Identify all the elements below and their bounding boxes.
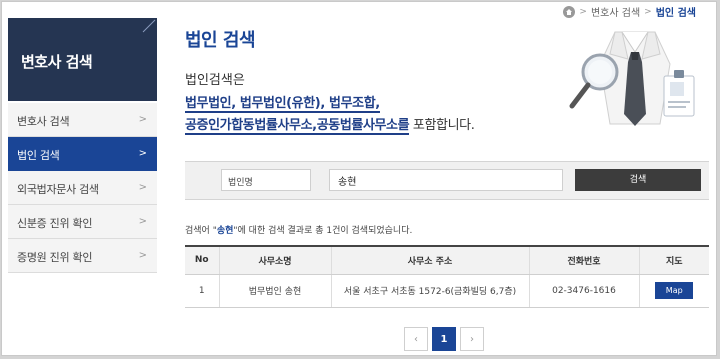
result-keyword: 송현: [216, 226, 234, 236]
chevron-right-icon: >: [138, 250, 147, 261]
page-title: 법인 검색: [185, 30, 256, 51]
cell-no: 1: [185, 274, 219, 308]
chevron-right-icon: >: [138, 182, 147, 193]
sidebar-item-label: 신분증 진위 확인: [17, 217, 93, 230]
cell-office-address: 서울 서초구 서초동 1572-6(금화빌딩 6,7층): [330, 274, 529, 308]
sidebar-item-label: 법인 검색: [17, 149, 60, 162]
result-summary-suffix: "에 대한 검색 결과로 총 1건이 검색되었습니다.: [233, 226, 413, 236]
intro-line-1: 법무법인, 법무법인(유한), 법무조합,: [185, 92, 380, 113]
search-input[interactable]: [329, 169, 563, 191]
page-number-current[interactable]: 1: [432, 327, 456, 351]
breadcrumb-current: 법인 검색: [655, 8, 696, 19]
search-type-select[interactable]: 법인명: [221, 169, 311, 191]
home-icon[interactable]: [563, 5, 576, 18]
sidebar-item-label: 변호사 검색: [17, 115, 70, 128]
sidebar-item-foreign-legal-consultant-search[interactable]: 외국법자문사 검색 >: [8, 171, 157, 205]
column-header-phone: 전화번호: [528, 245, 639, 275]
breadcrumb: > 변호사 검색 > 법인 검색: [563, 4, 696, 19]
intro-line-2-text: 공증인가합동법률사무소,공동법률사무소를: [185, 118, 410, 135]
chevron-right-icon: >: [138, 216, 147, 227]
search-panel: 법인명 검색: [185, 161, 709, 200]
search-button[interactable]: 검색: [575, 169, 701, 191]
intro-line-1-text: 법무법인, 법무법인(유한), 법무조합,: [185, 96, 380, 113]
cell-phone: 02-3476-1616: [528, 274, 639, 308]
column-header-office-name: 사무소명: [218, 245, 331, 275]
intro-line-2: 공증인가합동법률사무소,공동법률사무소를 포함합니다.: [185, 114, 475, 135]
corner-decoration-icon: [142, 19, 156, 33]
map-button[interactable]: Map: [655, 282, 694, 299]
prev-page-button[interactable]: ‹: [404, 327, 428, 351]
cell-map: Map: [638, 274, 709, 308]
next-page-button[interactable]: ›: [460, 327, 484, 351]
result-summary: 검색어 "송현"에 대한 검색 결과로 총 1건이 검색되었습니다.: [185, 223, 412, 236]
table-header-row: No 사무소명 사무소 주소 전화번호 지도: [185, 245, 709, 275]
chevron-right-icon: >: [138, 148, 147, 159]
sidebar-item-certificate-verification[interactable]: 증명원 진위 확인 >: [8, 239, 157, 273]
sidebar-item-lawyer-search[interactable]: 변호사 검색 >: [8, 103, 157, 137]
sidebar-item-corporation-search[interactable]: 법인 검색 >: [8, 137, 157, 171]
chevron-right-icon: >: [138, 114, 147, 125]
cell-office-name: 법무법인 송현: [218, 274, 331, 308]
sidebar: 변호사 검색 변호사 검색 > 법인 검색 > 외국법자문사 검색 > 신분증 …: [8, 18, 157, 273]
intro-line-2-tail: 포함합니다.: [409, 118, 475, 133]
breadcrumb-item[interactable]: 변호사 검색: [591, 4, 640, 19]
pagination: ‹ 1 ›: [404, 327, 484, 351]
column-header-no: No: [185, 245, 219, 275]
lawyer-shirt-magnifier-illustration: [569, 31, 695, 126]
intro-lead: 법인검색은: [185, 73, 245, 88]
sidebar-header: 변호사 검색: [8, 18, 157, 101]
sidebar-item-label: 증명원 진위 확인: [17, 251, 93, 264]
result-summary-prefix: 검색어 ": [185, 226, 217, 236]
page-frame: 변호사 검색 변호사 검색 > 법인 검색 > 외국법자문사 검색 > 신분증 …: [1, 1, 717, 356]
sidebar-item-label: 외국법자문사 검색: [17, 183, 99, 196]
chevron-right-icon: >: [579, 6, 587, 17]
column-header-map: 지도: [638, 245, 709, 275]
sidebar-item-id-verification[interactable]: 신분증 진위 확인 >: [8, 205, 157, 239]
sidebar-title: 변호사 검색: [21, 53, 93, 71]
chevron-right-icon: >: [644, 6, 652, 17]
result-table: No 사무소명 사무소 주소 전화번호 지도 1 법무법인 송현 서울 서초구 …: [185, 245, 709, 308]
table-row: 1 법무법인 송현 서울 서초구 서초동 1572-6(금화빌딩 6,7층) 0…: [185, 274, 709, 308]
column-header-office-address: 사무소 주소: [330, 245, 529, 275]
